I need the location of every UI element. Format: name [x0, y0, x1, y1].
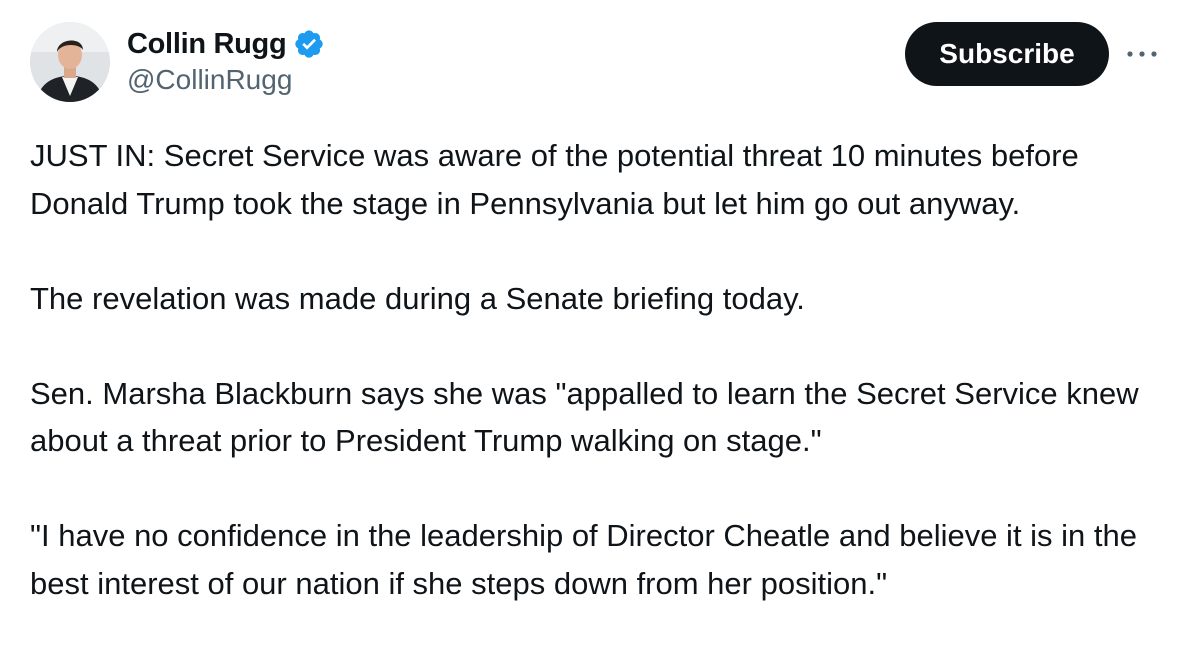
tweet-header: Collin Rugg @CollinRugg Subscribe	[0, 0, 1184, 110]
subscribe-button[interactable]: Subscribe	[905, 22, 1109, 86]
tweet-paragraph: "I have no confidence in the leadership …	[30, 518, 1138, 601]
author-name-row: Collin Rugg	[127, 24, 325, 64]
tweet-paragraph: Sen. Marsha Blackburn says she was "appa…	[30, 375, 1139, 459]
tweet-text: JUST IN: Secret Service was aware of the…	[30, 132, 1164, 607]
verified-badge-icon[interactable]	[293, 28, 325, 60]
tweet-paragraph: JUST IN: Secret Service was aware of the…	[30, 138, 1079, 221]
avatar-image	[30, 22, 110, 102]
more-options-icon[interactable]	[1120, 36, 1164, 72]
tweet-paragraph: The revelation was made during a Senate …	[30, 280, 805, 316]
avatar[interactable]	[30, 22, 110, 102]
author-handle[interactable]: @CollinRugg	[127, 64, 292, 96]
author-display-name[interactable]: Collin Rugg	[127, 28, 287, 61]
